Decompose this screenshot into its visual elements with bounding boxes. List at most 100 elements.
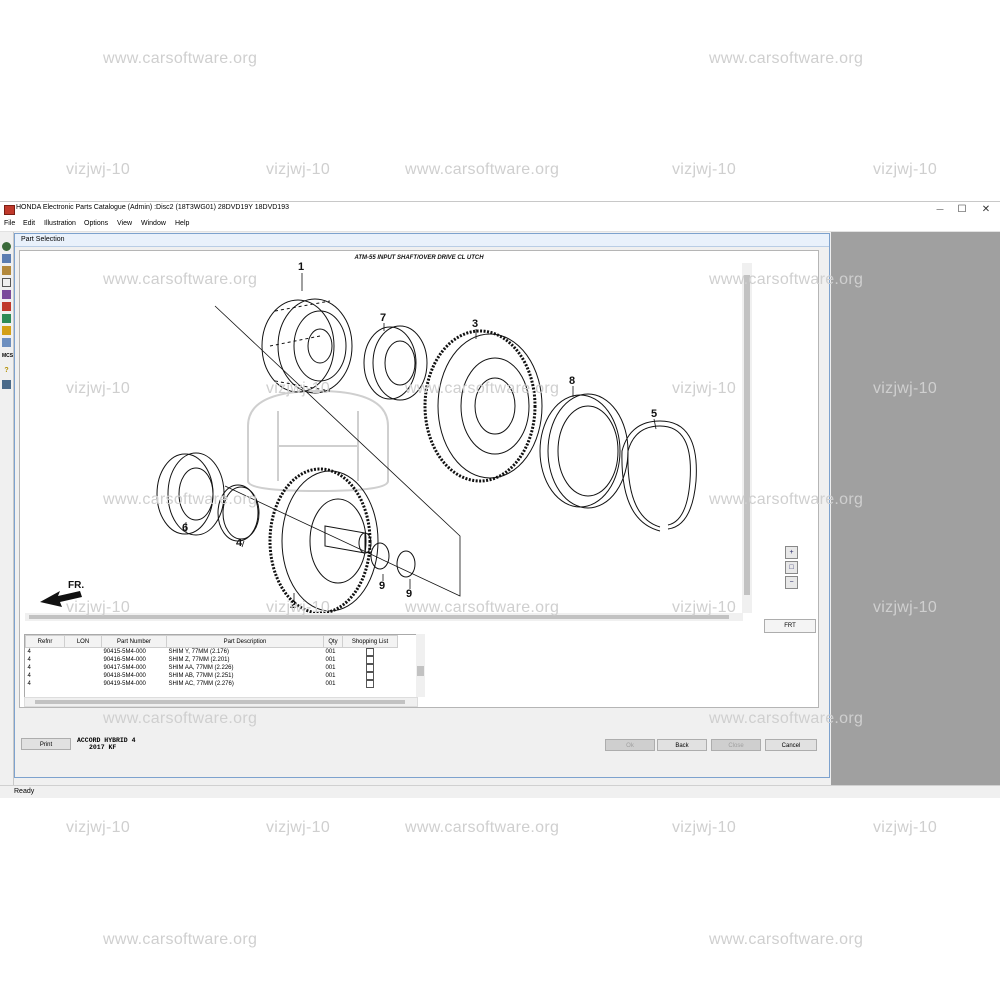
zoom-in-icon[interactable]: +: [785, 546, 798, 559]
menu-file[interactable]: File: [4, 220, 15, 227]
col-shopping-list[interactable]: Shopping List: [342, 635, 398, 648]
row-qty: 001: [325, 657, 336, 663]
model-line-2: 2017 KF: [89, 744, 117, 751]
callout-9b[interactable]: 9: [406, 588, 412, 600]
watermark: vizjwj-10: [266, 161, 331, 178]
watermark: vizjwj-10: [66, 161, 131, 178]
print-icon[interactable]: [2, 314, 11, 323]
model-line-1: ACCORD HYBRID 4: [77, 737, 136, 744]
col-part-description[interactable]: Part Description: [166, 635, 324, 648]
list-icon[interactable]: [2, 290, 11, 299]
illustration-area[interactable]: 1 7 3 8 5 6 4 2 9 9 FR.: [20, 251, 756, 622]
catalog-icon[interactable]: [2, 242, 11, 251]
illustration-vscroll[interactable]: [742, 263, 752, 613]
col-refnr[interactable]: Refnr: [25, 635, 65, 648]
parts-icon[interactable]: [2, 266, 11, 275]
menu-options[interactable]: Options: [84, 220, 108, 227]
shopping-list-checkbox[interactable]: [366, 648, 374, 656]
minimize-button[interactable]: —: [928, 202, 952, 217]
maximize-button[interactable]: ☐: [950, 202, 974, 217]
close-button[interactable]: ✕: [974, 202, 998, 217]
menu-edit[interactable]: Edit: [23, 220, 35, 227]
help-icon[interactable]: ?: [2, 366, 11, 375]
table-row[interactable]: 4 90415-5M4-000 SHIM Y, 77MM (2.176) 001: [26, 648, 398, 656]
table-row[interactable]: 4 90419-5M4-000 SHIM AC, 77MM (2.276) 00…: [26, 680, 398, 688]
row-part-number: 90415-5M4-000: [103, 649, 146, 655]
tool-icon[interactable]: [2, 380, 11, 389]
row-refnr: 4: [27, 681, 31, 687]
row-shopping-cell: [343, 664, 398, 672]
menu-view[interactable]: View: [117, 220, 132, 227]
close-dialog-button[interactable]: Close: [711, 739, 761, 751]
print-button[interactable]: Print: [21, 738, 71, 750]
row-qty: 001: [325, 681, 336, 687]
shopping-list-checkbox[interactable]: [366, 672, 374, 680]
mcs-icon[interactable]: MCS: [2, 352, 13, 361]
callout-7[interactable]: 7: [380, 312, 386, 324]
callout-9a[interactable]: 9: [379, 580, 385, 592]
cancel-button[interactable]: Cancel: [765, 739, 817, 751]
vehicle-icon[interactable]: [2, 254, 11, 263]
row-qty: 001: [325, 649, 336, 655]
callout-3[interactable]: 3: [472, 318, 478, 330]
part-6-bearing: [156, 452, 225, 536]
col-lon[interactable]: LON: [64, 635, 102, 648]
row-shopping-cell: [343, 656, 398, 664]
app-window: HONDA Electronic Parts Catalogue (Admin)…: [0, 201, 1000, 798]
notes-icon[interactable]: [2, 338, 11, 347]
row-lon: [65, 680, 102, 688]
watermark: www.carsoftware.org: [103, 931, 258, 948]
part-5-snap-ring: [621, 420, 697, 532]
callout-2[interactable]: 2: [290, 599, 296, 611]
watermark: vizjwj-10: [672, 161, 737, 178]
row-shopping-cell: [343, 672, 398, 680]
window-title: HONDA Electronic Parts Catalogue (Admin)…: [16, 204, 289, 211]
row-part-number: 90419-5M4-000: [103, 681, 146, 687]
menu-window[interactable]: Window: [141, 220, 166, 227]
mdi-background: [831, 232, 1000, 787]
callout-4[interactable]: 4: [236, 537, 243, 549]
col-qty[interactable]: Qty: [323, 635, 343, 648]
callout-5[interactable]: 5: [651, 408, 657, 420]
watermark: vizjwj-10: [672, 819, 737, 836]
illustration-hscroll[interactable]: [25, 613, 743, 621]
back-button[interactable]: Back: [657, 739, 707, 751]
watermark: vizjwj-10: [66, 819, 131, 836]
grid-vscroll[interactable]: [416, 634, 425, 697]
fr-arrow-icon: FR.: [40, 580, 84, 607]
col-part-number[interactable]: Part Number: [101, 635, 167, 648]
row-description: SHIM AB, 77MM (2.251): [168, 673, 234, 679]
frt-button[interactable]: FRT: [764, 619, 816, 633]
menu-help[interactable]: Help: [175, 220, 189, 227]
watermark: www.carsoftware.org: [709, 931, 864, 948]
row-lon: [65, 672, 102, 680]
shopping-list-checkbox[interactable]: [366, 664, 374, 672]
row-shopping-cell: [343, 648, 398, 656]
illustration-panel: ATM-55 INPUT SHAFT/OVER DRIVE CL UTCH 1 …: [19, 250, 819, 708]
zoom-fit-icon[interactable]: □: [785, 561, 798, 574]
vehicle-model: ACCORD HYBRID 4 2017 KF: [77, 737, 136, 751]
grid-hscroll[interactable]: [24, 697, 418, 707]
callout-8[interactable]: 8: [569, 375, 575, 387]
ok-button[interactable]: Ok: [605, 739, 655, 751]
row-qty: 001: [325, 665, 336, 671]
honda-logo-watermark: [247, 389, 389, 493]
search-icon[interactable]: [2, 278, 11, 287]
table-row[interactable]: 4 90416-5M4-000 SHIM Z, 77MM (2.201) 001: [26, 656, 398, 664]
watermark: vizjwj-10: [266, 819, 331, 836]
row-refnr: 4: [27, 673, 31, 679]
table-row[interactable]: 4 90417-5M4-000 SHIM AA, 77MM (2.226) 00…: [26, 664, 398, 672]
callout-6[interactable]: 6: [182, 522, 188, 534]
row-lon: [65, 664, 102, 672]
zoom-out-icon[interactable]: −: [785, 576, 798, 589]
table-row[interactable]: 4 90418-5M4-000 SHIM AB, 77MM (2.251) 00…: [26, 672, 398, 680]
row-part-number: 90417-5M4-000: [103, 665, 146, 671]
status-bar: Ready: [0, 785, 1000, 798]
shopping-list-checkbox[interactable]: [366, 680, 374, 688]
shopping-list-checkbox[interactable]: [366, 656, 374, 664]
callout-1[interactable]: 1: [298, 261, 304, 273]
menu-illustration[interactable]: Illustration: [44, 220, 76, 227]
order-icon[interactable]: [2, 302, 11, 311]
window-titlebar: HONDA Electronic Parts Catalogue (Admin)…: [0, 202, 1000, 217]
edit-icon[interactable]: [2, 326, 11, 335]
